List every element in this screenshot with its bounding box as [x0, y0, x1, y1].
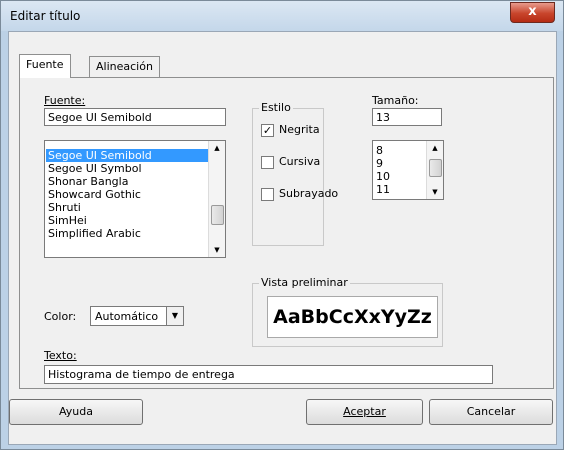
ok-button[interactable]: Aceptar: [306, 399, 423, 425]
list-item-size[interactable]: 10: [374, 170, 426, 183]
size-label: Tamaño:: [372, 94, 419, 107]
list-item-font[interactable]: Segoe UI Symbol: [46, 162, 208, 175]
list-item-font[interactable]: Segoe UI Semibold: [46, 149, 208, 162]
scroll-thumb[interactable]: [211, 205, 224, 225]
tab-panel-fuente: Fuente: Segoe UI Semibold Segoe UI Semib…: [19, 77, 554, 389]
color-select[interactable]: Automático ▼: [90, 306, 184, 326]
scroll-up-icon[interactable]: ▲: [209, 141, 225, 155]
close-icon: x: [528, 4, 537, 19]
size-listbox[interactable]: 8 9 10 11 ▲ ▼: [372, 140, 444, 200]
close-button[interactable]: x: [510, 2, 555, 23]
list-item-font[interactable]: Showcard Gothic: [46, 188, 208, 201]
scroll-up-icon[interactable]: ▲: [427, 141, 443, 155]
size-input[interactable]: 13: [372, 108, 442, 126]
font-listbox[interactable]: Segoe UI Semibold Segoe UI Symbol Shonar…: [44, 140, 226, 258]
window-title: Editar título: [10, 9, 81, 23]
list-item-size[interactable]: 8: [374, 144, 426, 157]
text-label: Texto:: [44, 349, 77, 362]
color-value: Automático: [95, 310, 159, 323]
scroll-down-icon[interactable]: ▼: [427, 185, 443, 199]
list-item-size[interactable]: 9: [374, 157, 426, 170]
tab-fuente[interactable]: Fuente: [19, 54, 71, 78]
color-label: Color:: [44, 310, 77, 323]
cancel-button[interactable]: Cancelar: [429, 399, 553, 425]
tab-label: Fuente: [26, 58, 64, 71]
cancel-label: Cancelar: [466, 405, 516, 418]
title-text-input[interactable]: Histograma de tiempo de entrega: [44, 365, 493, 384]
scroll-thumb[interactable]: [429, 159, 442, 177]
style-group-title: Estilo: [259, 101, 293, 114]
bold-label: Negrita: [279, 123, 320, 136]
text-label-text: Texto:: [44, 349, 77, 362]
checkbox-box[interactable]: [261, 188, 274, 201]
list-item-size[interactable]: 11: [374, 183, 426, 196]
list-item-font[interactable]: Shonar Bangla: [46, 175, 208, 188]
font-name-input[interactable]: Segoe UI Semibold: [44, 108, 226, 126]
font-label-text: Fuente:: [44, 94, 86, 107]
list-item-font[interactable]: Shruti: [46, 201, 208, 214]
font-label: Fuente:: [44, 94, 85, 107]
font-list-scrollbar[interactable]: ▲ ▼: [208, 141, 225, 257]
dialog-window: Editar título x Fuente Alineación Fuente…: [0, 0, 564, 450]
italic-label: Cursiva: [279, 155, 321, 168]
title-bar[interactable]: Editar título x: [1, 1, 563, 31]
title-text-value: Histograma de tiempo de entrega: [48, 368, 235, 381]
preview-group-title: Vista preliminar: [259, 276, 350, 289]
preview-sample: AaBbCcXxYyZz: [267, 296, 438, 338]
size-value: 13: [376, 111, 390, 124]
tab-label: Alineación: [96, 60, 153, 73]
list-item-font[interactable]: Simplified Arabic: [46, 227, 208, 240]
tab-alineacion[interactable]: Alineación: [89, 56, 160, 78]
preview-groupbox: Vista preliminar AaBbCcXxYyZz: [252, 276, 443, 347]
underline-label: Subrayado: [279, 187, 339, 200]
font-name-value: Segoe UI Semibold: [48, 111, 152, 124]
help-label: Ayuda: [59, 405, 93, 418]
list-item-font[interactable]: SimHei: [46, 214, 208, 227]
checkmark-icon[interactable]: ✓: [261, 124, 274, 137]
help-button[interactable]: Ayuda: [9, 399, 143, 425]
chevron-down-icon[interactable]: ▼: [166, 307, 183, 325]
scroll-down-icon[interactable]: ▼: [209, 243, 225, 257]
style-groupbox: Estilo ✓ Negrita Cursiva Subrayado: [252, 101, 338, 246]
ok-label: Aceptar: [343, 405, 386, 418]
dialog-client-area: Fuente Alineación Fuente: Segoe UI Semib…: [8, 31, 557, 445]
size-list-scrollbar[interactable]: ▲ ▼: [426, 141, 443, 199]
checkbox-box[interactable]: [261, 156, 274, 169]
